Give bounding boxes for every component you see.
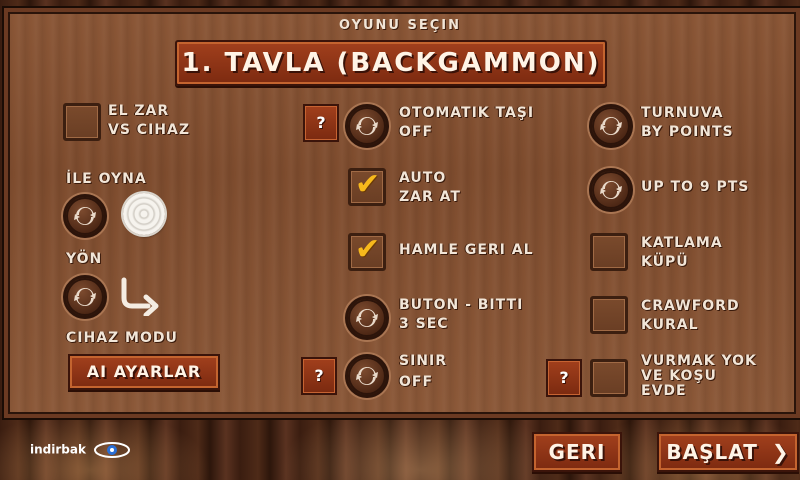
auto-zar-at-checkbox[interactable]: ✔ [348, 167, 386, 206]
katlama-kupu-checkbox[interactable] [590, 233, 628, 271]
white-checker-icon [123, 193, 165, 235]
hamle-geri-al-checkbox[interactable]: ✔ [348, 232, 386, 271]
refresh-icon [600, 116, 622, 136]
kupu-label: KÜPÜ [641, 254, 689, 270]
vurmak-help-button[interactable]: ? [546, 359, 582, 397]
sinir-value: OFF [399, 374, 434, 390]
vurmak-yok-checkbox[interactable] [590, 359, 628, 397]
crawford-checkbox[interactable] [590, 296, 628, 334]
direction-arrow-icon [121, 277, 159, 316]
crawford-label: CRAWFORD [641, 298, 740, 314]
sinir-cycle-button[interactable] [345, 354, 389, 398]
otomatik-help-button[interactable]: ? [303, 104, 339, 142]
select-game-label: OYUNU SEÇIN [338, 18, 462, 33]
chevron-right-icon: ❯ [771, 440, 790, 464]
checkmark-icon: ✔ [355, 232, 381, 267]
points-value: UP TO 9 PTS [641, 179, 750, 195]
ile-oyna-cycle-button[interactable] [63, 194, 107, 238]
refresh-icon [74, 206, 96, 226]
sinir-label: SINIR [399, 353, 447, 369]
indirbak-logo: indirbak [30, 442, 131, 458]
refresh-icon [600, 180, 622, 200]
points-cycle-button[interactable] [589, 168, 633, 212]
game-title-button[interactable]: 1. TAVLA (BACKGAMMON) [175, 40, 607, 86]
buton-bitti-label: BUTON - BITTI [399, 297, 524, 313]
refresh-icon [356, 308, 378, 328]
eye-logo-icon [94, 442, 131, 458]
cihaz-modu-label: CIHAZ MODU [66, 330, 178, 346]
buton-bitti-value: 3 SEC [399, 316, 449, 332]
yon-label: YÖN [66, 251, 103, 267]
logo-text: indirbak [30, 442, 86, 457]
vs-cihaz-label: VS CIHAZ [108, 122, 190, 138]
sinir-help-button[interactable]: ? [301, 357, 337, 395]
yon-cycle-button[interactable] [63, 275, 107, 319]
ile-oyna-label: İLE OYNA [66, 171, 147, 187]
ai-settings-button[interactable]: AI AYARLAR [68, 354, 220, 390]
refresh-icon [74, 287, 96, 307]
turnuva-value: BY POINTS [641, 124, 734, 140]
auto-label: AUTO [399, 170, 447, 186]
el-zar-label: EL ZAR [108, 103, 170, 119]
zar-at-label: ZAR AT [399, 189, 461, 205]
katlama-label: KATLAMA [641, 235, 723, 251]
el-zar-checkbox[interactable] [63, 103, 101, 141]
otomatik-cycle-button[interactable] [345, 104, 389, 148]
refresh-icon [356, 366, 378, 386]
hamle-geri-al-label: HAMLE GERI AL [399, 242, 534, 258]
back-button[interactable]: GERI [532, 432, 622, 472]
otomatik-value: OFF [399, 124, 434, 140]
buton-bitti-cycle-button[interactable] [345, 296, 389, 340]
start-label: BAŞLAT [666, 440, 758, 464]
turnuva-cycle-button[interactable] [589, 104, 633, 148]
checkmark-icon: ✔ [355, 167, 381, 202]
turnuva-label: TURNUVA [641, 105, 724, 121]
evde-label: EVDE [641, 383, 687, 399]
kural-label: KURAL [641, 317, 699, 333]
otomatik-label: OTOMATIK TAŞI [399, 105, 535, 121]
start-button[interactable]: BAŞLAT ❯ [657, 432, 799, 472]
refresh-icon [356, 116, 378, 136]
